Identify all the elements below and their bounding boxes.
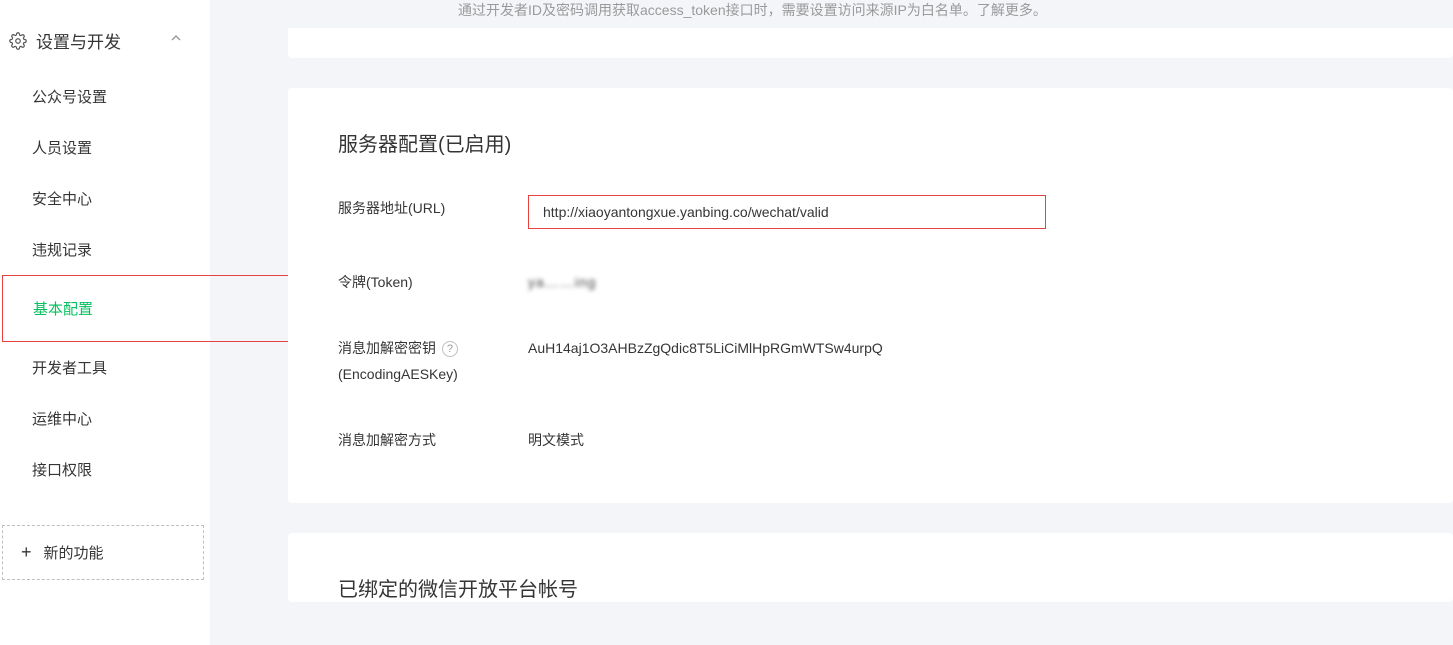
sidebar-item-account-settings[interactable]: 公众号设置 <box>0 71 210 122</box>
sidebar-item-api-permissions[interactable]: 接口权限 <box>0 444 210 495</box>
sidebar-item-label: 基本配置 <box>33 301 93 318</box>
token-value: ya……ing <box>528 269 596 295</box>
sidebar-item-label: 公众号设置 <box>32 89 107 106</box>
sidebar: 设置与开发 公众号设置 人员设置 安全中心 违规记录 基本配置 开发者工具 运维… <box>0 0 210 645</box>
sidebar-item-label: 安全中心 <box>32 191 92 208</box>
sidebar-new-feature-label: 新的功能 <box>44 542 104 563</box>
server-config-card: 服务器配置(已启用) 服务器地址(URL) http://xiaoyantong… <box>288 88 1453 503</box>
main-content: 通过开发者ID及密码调用获取access_token接口时，需要设置访问来源IP… <box>210 0 1453 645</box>
sidebar-section-title: 设置与开发 <box>36 28 121 53</box>
sidebar-new-feature[interactable]: + 新的功能 <box>2 525 204 580</box>
sidebar-item-label: 开发者工具 <box>32 360 107 377</box>
chevron-up-icon <box>168 30 184 51</box>
field-encrypt-mode: 消息加解密方式 明文模式 <box>338 427 1403 453</box>
plus-icon: + <box>21 542 32 563</box>
sidebar-item-ops-center[interactable]: 运维中心 <box>0 393 210 444</box>
bound-platform-title: 已绑定的微信开放平台帐号 <box>338 573 1403 602</box>
field-server-url: 服务器地址(URL) http://xiaoyantongxue.yanbing… <box>338 195 1403 229</box>
aeskey-label-line1: 消息加解密密钥 <box>338 340 436 356</box>
aeskey-value: AuH14aj1O3AHBzZgQdic8T5LiCiMlHpRGmWTSw4u… <box>528 335 883 361</box>
sidebar-item-label: 人员设置 <box>32 140 92 157</box>
top-banner-fragment: 通过开发者ID及密码调用获取access_token接口时，需要设置访问来源IP… <box>458 0 1453 28</box>
sidebar-section-header[interactable]: 设置与开发 <box>0 10 210 71</box>
sidebar-item-violation-records[interactable]: 违规记录 <box>0 224 210 275</box>
aeskey-label-line2: (EncodingAESKey) <box>338 366 458 382</box>
help-icon[interactable]: ? <box>442 341 458 357</box>
field-label-mode: 消息加解密方式 <box>338 427 528 453</box>
field-token: 令牌(Token) ya……ing <box>338 269 1403 295</box>
bound-platform-card: 已绑定的微信开放平台帐号 <box>288 533 1453 602</box>
sidebar-item-security-center[interactable]: 安全中心 <box>0 173 210 224</box>
field-label-url: 服务器地址(URL) <box>338 195 528 221</box>
field-aeskey: 消息加解密密钥 ? (EncodingAESKey) AuH14aj1O3AHB… <box>338 335 1403 387</box>
sidebar-item-label: 违规记录 <box>32 242 92 259</box>
sidebar-item-developer-tools[interactable]: 开发者工具 <box>0 342 210 393</box>
sidebar-item-staff-settings[interactable]: 人员设置 <box>0 122 210 173</box>
field-label-aeskey: 消息加解密密钥 ? (EncodingAESKey) <box>338 335 528 387</box>
server-config-title: 服务器配置(已启用) <box>338 128 1403 157</box>
gear-icon <box>8 31 28 51</box>
mode-value: 明文模式 <box>528 427 584 453</box>
top-card-stub <box>288 28 1453 58</box>
sidebar-item-label: 运维中心 <box>32 411 92 428</box>
sidebar-item-label: 接口权限 <box>32 462 92 479</box>
field-label-token: 令牌(Token) <box>338 269 528 295</box>
server-url-value: http://xiaoyantongxue.yanbing.co/wechat/… <box>528 195 1046 229</box>
